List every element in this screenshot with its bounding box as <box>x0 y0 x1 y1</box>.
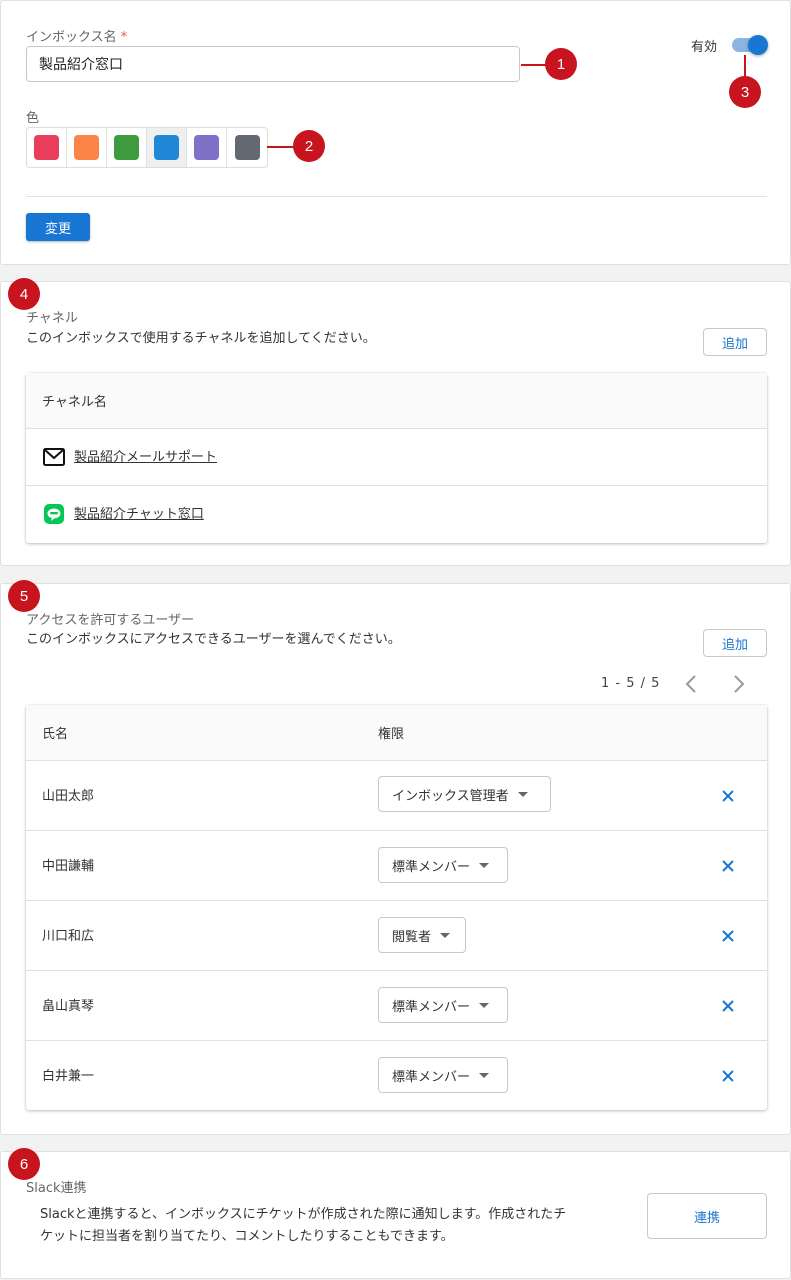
line-icon <box>44 504 64 524</box>
channel-row: 製品紹介チャット窓口 <box>26 486 767 543</box>
color-swatch-option[interactable] <box>147 128 187 167</box>
user-name: 川口和広 <box>42 929 95 944</box>
role-value: 閲覧者 <box>392 929 432 945</box>
color-swatch <box>194 135 219 160</box>
save-button[interactable]: 変更 <box>26 213 90 241</box>
role-value: 標準メンバー <box>392 1069 471 1085</box>
user-name: 中田謙輔 <box>42 859 95 874</box>
marker-line-1 <box>521 64 547 66</box>
user-name: 畠山真琴 <box>42 999 95 1014</box>
channel-link[interactable]: 製品紹介メールサポート <box>74 446 217 465</box>
add-channel-button[interactable]: 追加 <box>703 328 767 356</box>
chevron-left-icon[interactable] <box>683 673 699 695</box>
column-channel-name: チャネル名 <box>42 395 107 410</box>
channels-card: 4 チャネル このインボックスで使用するチャネルを追加してください。 追加 チャ… <box>0 278 791 566</box>
close-icon[interactable] <box>720 858 736 874</box>
channels-table: チャネル名 製品紹介メールサポート 製品紹介チャット窓口 <box>26 373 767 543</box>
chevron-right-icon[interactable] <box>731 673 747 695</box>
column-name: 氏名 <box>42 727 69 742</box>
close-icon[interactable] <box>720 1068 736 1084</box>
role-value: 標準メンバー <box>392 859 471 875</box>
slack-description: Slackと連携すると、インボックスにチケットが作成された際に通知します。作成さ… <box>40 1207 567 1244</box>
marker-1: 1 <box>545 48 577 80</box>
color-swatch-option[interactable] <box>27 128 67 167</box>
channels-title: チャネル <box>26 311 78 326</box>
role-select[interactable]: 標準メンバー <box>378 847 508 883</box>
marker-5: 5 <box>8 580 40 612</box>
slack-connect-button[interactable]: 連携 <box>647 1193 767 1239</box>
pagination-info: 1 - 5 / 5 <box>601 676 661 691</box>
color-swatch <box>74 135 99 160</box>
close-icon[interactable] <box>720 928 736 944</box>
caret-down-icon <box>440 932 451 938</box>
caret-down-icon <box>479 1002 490 1008</box>
color-swatch-option[interactable] <box>187 128 227 167</box>
color-swatch <box>34 135 59 160</box>
enabled-label: 有効 <box>691 40 718 55</box>
slack-title: Slack連携 <box>26 1181 87 1196</box>
color-swatch <box>234 135 260 160</box>
caret-down-icon <box>479 1072 490 1078</box>
color-swatch <box>154 135 179 160</box>
user-row: 山田太郎 インボックス管理者 <box>26 761 767 831</box>
color-swatch-option[interactable] <box>227 128 267 167</box>
user-row: 中田謙輔 標準メンバー <box>26 831 767 901</box>
color-picker <box>26 127 268 168</box>
color-swatch-option[interactable] <box>107 128 147 167</box>
color-label: 色 <box>26 111 40 126</box>
settings-divider <box>26 196 767 197</box>
user-row: 川口和広 閲覧者 <box>26 901 767 971</box>
access-card: 5 アクセスを許可するユーザー このインボックスにアクセスできるユーザーを選んで… <box>0 580 791 1135</box>
channel-row: 製品紹介メールサポート <box>26 429 767 486</box>
role-value: インボックス管理者 <box>392 788 509 804</box>
color-swatch-option[interactable] <box>67 128 107 167</box>
marker-4: 4 <box>8 278 40 310</box>
access-description: このインボックスにアクセスできるユーザーを選んでください。 <box>26 632 401 647</box>
role-value: 標準メンバー <box>392 999 471 1015</box>
user-row: 畠山真琴 標準メンバー <box>26 971 767 1041</box>
marker-3: 3 <box>729 76 761 108</box>
access-title: アクセスを許可するユーザー <box>26 613 195 628</box>
user-name: 山田太郎 <box>42 789 95 804</box>
enabled-toggle[interactable] <box>731 34 771 56</box>
marker-line-2 <box>267 146 295 148</box>
toggle-knob <box>748 35 768 55</box>
user-name: 白井兼一 <box>42 1069 95 1084</box>
inbox-settings-card: インボックス名* 1 色 2 有効 3 変更 <box>0 0 791 265</box>
marker-6: 6 <box>8 1148 40 1180</box>
inbox-name-input[interactable] <box>26 46 520 82</box>
caret-down-icon <box>517 791 528 797</box>
channel-link[interactable]: 製品紹介チャット窓口 <box>74 503 204 522</box>
role-select[interactable]: 標準メンバー <box>378 1057 508 1093</box>
close-icon[interactable] <box>720 998 736 1014</box>
marker-2: 2 <box>293 130 325 162</box>
required-mark: * <box>120 30 128 45</box>
users-table-header: 氏名 権限 <box>26 705 767 761</box>
users-table: 氏名 権限 山田太郎 インボックス管理者 中田謙輔 標準メンバー 川口和広 閲覧… <box>26 705 767 1110</box>
inbox-name-label: インボックス名 * <box>26 30 128 45</box>
color-swatch <box>114 135 139 160</box>
close-icon[interactable] <box>720 788 736 804</box>
caret-down-icon <box>479 862 490 868</box>
role-select[interactable]: 閲覧者 <box>378 917 466 953</box>
slack-card: 6 Slack連携 Slackと連携すると、インボックスにチケットが作成された際… <box>0 1148 791 1279</box>
role-select[interactable]: インボックス管理者 <box>378 776 551 812</box>
role-select[interactable]: 標準メンバー <box>378 987 508 1023</box>
column-role: 権限 <box>378 727 405 742</box>
user-row: 白井兼一 標準メンバー <box>26 1041 767 1110</box>
mail-icon <box>43 448 65 466</box>
channels-description: このインボックスで使用するチャネルを追加してください。 <box>26 331 376 346</box>
add-user-button[interactable]: 追加 <box>703 629 767 657</box>
channels-table-header: チャネル名 <box>26 373 767 429</box>
